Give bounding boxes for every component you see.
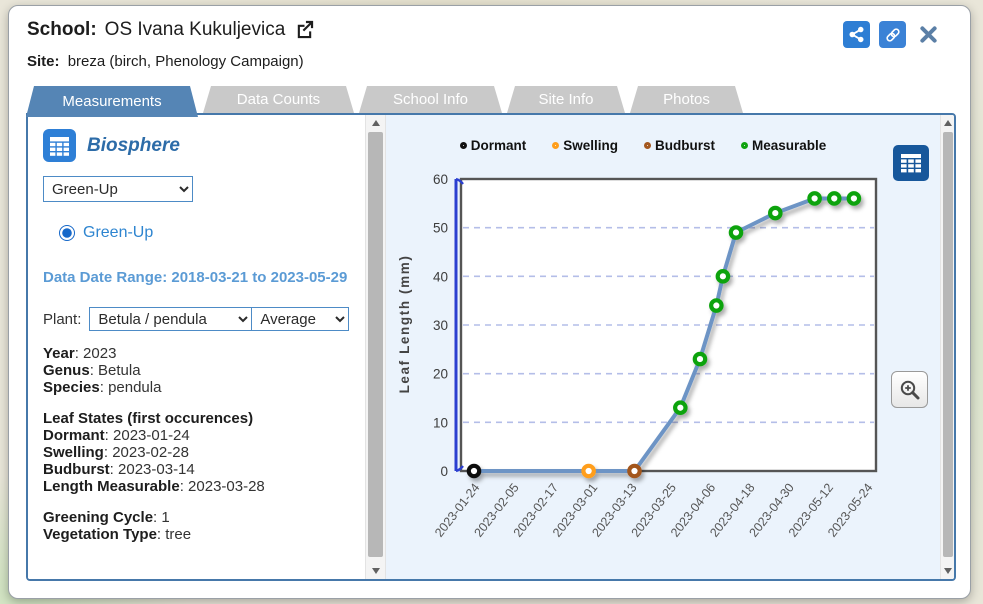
y-tick-label: 50 bbox=[433, 221, 448, 236]
info-group: Year: 2023 Genus: Betula Species: pendula bbox=[43, 345, 365, 396]
biosphere-table-icon[interactable] bbox=[43, 129, 76, 162]
scroll-up-arrow-icon[interactable] bbox=[366, 115, 385, 131]
protocol-title: Biosphere bbox=[87, 134, 180, 156]
map-background: { "header": { "school_label": "School:",… bbox=[0, 0, 983, 604]
data-point-swelling[interactable] bbox=[581, 463, 596, 479]
greenup-radio-label[interactable]: Green-Up bbox=[83, 224, 153, 242]
y-axis-title: Leaf Length (mm) bbox=[397, 255, 412, 394]
external-link-icon[interactable] bbox=[293, 18, 316, 41]
info-label: Year bbox=[43, 345, 75, 362]
info-label: Budburst bbox=[43, 461, 110, 478]
protocol-select[interactable]: Green-Up bbox=[43, 176, 193, 202]
data-point-measurable[interactable] bbox=[807, 191, 822, 206]
info-label: Swelling bbox=[43, 444, 104, 461]
aggregate-select[interactable]: Average bbox=[251, 307, 350, 331]
data-point-budburst[interactable] bbox=[627, 463, 642, 479]
sidebar-scrollbar-thumb[interactable] bbox=[368, 132, 383, 557]
info-row-vegetation-type: Vegetation Type: tree bbox=[43, 526, 192, 543]
greenup-radio[interactable] bbox=[59, 225, 75, 241]
measurements-content: Biosphere Green-Up Green-Up Data Date Ra… bbox=[26, 113, 956, 581]
info-group: Leaf States (first occurences) Dormant: 2… bbox=[43, 410, 365, 495]
scroll-down-arrow-icon[interactable] bbox=[941, 563, 954, 579]
info-row-species: Species: pendula bbox=[43, 379, 162, 396]
content-scrollbar-thumb[interactable] bbox=[943, 132, 953, 557]
info-value: Betula bbox=[98, 362, 141, 379]
info-value: tree bbox=[165, 526, 192, 543]
link-icon bbox=[885, 27, 900, 42]
info-value: 2023-01-24 bbox=[113, 427, 190, 444]
data-point-measurable[interactable] bbox=[673, 400, 688, 416]
y-tick-label: 30 bbox=[433, 318, 448, 333]
school-label: School: bbox=[27, 18, 97, 40]
tab-school-info[interactable]: School Info bbox=[359, 86, 502, 113]
info-row-genus: Genus: Betula bbox=[43, 362, 141, 379]
data-point-measurable[interactable] bbox=[715, 269, 731, 284]
school-detail-dialog: School: OS Ivana Kukuljevica Site: breza… bbox=[8, 5, 971, 599]
info-row-year: Year: 2023 bbox=[43, 345, 117, 362]
info-label: Length Measurable bbox=[43, 478, 180, 495]
close-button[interactable] bbox=[915, 21, 942, 48]
tab-data-counts[interactable]: Data Counts bbox=[203, 86, 354, 113]
info-value: 1 bbox=[161, 509, 170, 526]
content-scrollbar[interactable] bbox=[940, 115, 954, 579]
info-value: 2023-03-14 bbox=[118, 461, 195, 478]
data-point-measurable[interactable] bbox=[767, 205, 783, 221]
info-row-dormant: Dormant: 2023-01-24 bbox=[43, 427, 190, 444]
scroll-up-arrow-icon[interactable] bbox=[941, 115, 954, 131]
share-button[interactable] bbox=[843, 21, 870, 48]
sidebar-scrollbar[interactable] bbox=[365, 115, 386, 579]
tab-photos[interactable]: Photos bbox=[630, 86, 743, 113]
tab-measurements[interactable]: Measurements bbox=[26, 86, 198, 117]
plant-select[interactable]: Betula / pendula bbox=[89, 307, 253, 331]
info-row-swelling: Swelling: 2023-02-28 bbox=[43, 444, 189, 461]
info-label: Species bbox=[43, 379, 100, 396]
dialog-toolbar bbox=[843, 21, 942, 48]
site-subtitle: Site: breza (birch, Phenology Campaign) bbox=[27, 53, 304, 70]
info-value: 2023-02-28 bbox=[112, 444, 189, 461]
y-tick-label: 40 bbox=[433, 269, 448, 284]
data-point-measurable[interactable] bbox=[846, 191, 862, 206]
info-value: pendula bbox=[108, 379, 162, 396]
plant-label: Plant: bbox=[43, 310, 82, 328]
info-label: Vegetation Type bbox=[43, 526, 157, 543]
info-label: Dormant bbox=[43, 427, 105, 444]
info-group-heading: Leaf States (first occurences) bbox=[43, 410, 254, 427]
school-name: OS Ivana Kukuljevica bbox=[104, 18, 286, 40]
phenology-chart[interactable]: 0102030405060Leaf Length (mm)2023-01-242… bbox=[394, 133, 902, 569]
info-label: Greening Cycle bbox=[43, 509, 154, 526]
data-point-measurable[interactable] bbox=[826, 191, 842, 206]
site-label: Site: bbox=[27, 53, 60, 70]
info-row-budburst: Budburst: 2023-03-14 bbox=[43, 461, 195, 478]
y-tick-label: 10 bbox=[433, 415, 448, 430]
date-range-value: 2018-03-21 to 2023-05-29 bbox=[171, 269, 348, 286]
info-value: 2023 bbox=[83, 345, 117, 362]
tab-site-info[interactable]: Site Info bbox=[507, 86, 625, 113]
info-value: 2023-03-28 bbox=[188, 478, 265, 495]
chart-panel: Dormant Swelling Budburst Measurable 0 10 20 3… bbox=[386, 115, 940, 579]
scroll-down-arrow-icon[interactable] bbox=[366, 563, 385, 579]
measurements-sidebar: Biosphere Green-Up Green-Up Data Date Ra… bbox=[28, 115, 365, 579]
school-title-row: School: OS Ivana Kukuljevica bbox=[27, 18, 316, 41]
info-row-greening-cycle: Greening Cycle: 1 bbox=[43, 509, 170, 526]
data-point-dormant[interactable] bbox=[466, 463, 482, 479]
info-row-length-measurable: Length Measurable: 2023-03-28 bbox=[43, 478, 265, 495]
info-group: Greening Cycle: 1 Vegetation Type: tree bbox=[43, 509, 365, 543]
data-point-measurable[interactable] bbox=[709, 298, 724, 313]
date-range-label: Data Date Range: bbox=[43, 269, 168, 286]
y-tick-label: 0 bbox=[440, 464, 448, 479]
site-value: breza (birch, Phenology Campaign) bbox=[67, 53, 304, 70]
tab-bar: Measurements Data Counts School Info Site I… bbox=[26, 86, 743, 115]
magnifier-plus-icon bbox=[900, 380, 919, 399]
close-icon bbox=[920, 26, 937, 43]
permalink-button[interactable] bbox=[879, 21, 906, 48]
y-tick-label: 20 bbox=[433, 367, 448, 382]
plant-info: Year: 2023 Genus: Betula Species: pendula L… bbox=[43, 345, 365, 543]
info-label: Genus bbox=[43, 362, 90, 379]
y-tick-label: 60 bbox=[433, 172, 448, 187]
chart-zoom-button[interactable] bbox=[891, 371, 928, 408]
data-point-measurable[interactable] bbox=[692, 351, 708, 367]
data-date-range: Data Date Range: 2018-03-21 to 2023-05-2… bbox=[43, 264, 351, 291]
data-point-measurable[interactable] bbox=[728, 225, 744, 240]
share-icon bbox=[849, 26, 864, 43]
